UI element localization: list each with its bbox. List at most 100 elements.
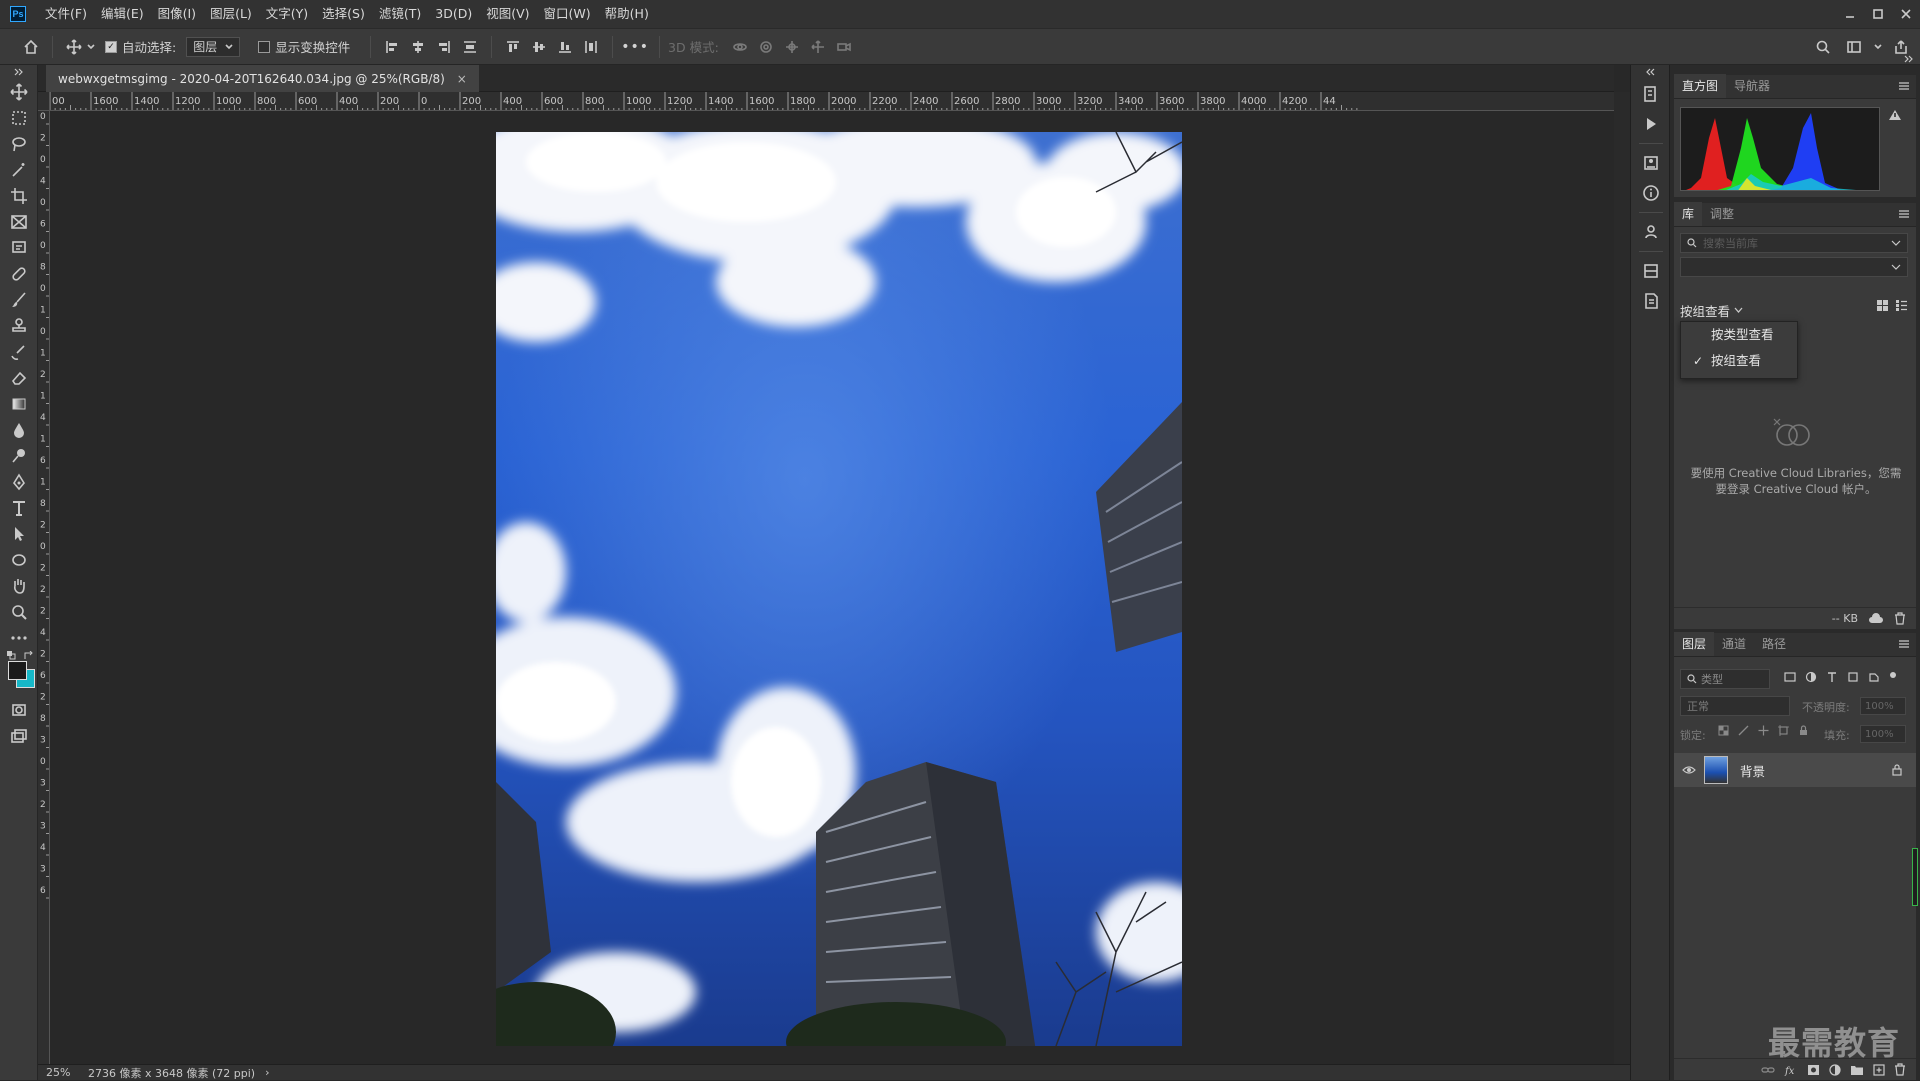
panel-menu-icon[interactable]: [1898, 639, 1910, 649]
menu-window[interactable]: 窗口(W): [537, 0, 598, 28]
lock-icon[interactable]: [1892, 764, 1902, 776]
cloud-sync-icon[interactable]: [1868, 612, 1884, 625]
workspace-icon[interactable]: [1842, 34, 1868, 60]
dock-collapse-icon[interactable]: [1631, 65, 1671, 79]
tab-libraries[interactable]: 库: [1674, 202, 1703, 226]
actions-panel-icon[interactable]: [1631, 109, 1671, 139]
notes-panel-icon[interactable]: [1631, 286, 1671, 316]
3d-pan-icon[interactable]: [779, 34, 805, 60]
layer-thumbnail[interactable]: [1704, 756, 1728, 784]
maximize-icon[interactable]: [1864, 0, 1892, 28]
type-tool-icon[interactable]: [0, 495, 38, 521]
document-tab[interactable]: webwxgetmsgimg - 2020-04-20T162640.034.j…: [46, 65, 479, 92]
layer-row[interactable]: 背景: [1674, 753, 1916, 787]
tool-presets-panel-icon[interactable]: [1631, 217, 1671, 247]
3d-camera-icon[interactable]: [831, 34, 857, 60]
view-by-dropdown[interactable]: 按组查看: [1680, 301, 1743, 320]
fill-input[interactable]: 100%: [1860, 725, 1906, 743]
lock-position-icon[interactable]: [1758, 725, 1769, 736]
ruler-origin[interactable]: [38, 92, 50, 111]
distribute-v-icon[interactable]: [578, 34, 604, 60]
status-expand-arrow[interactable]: ›: [265, 1066, 269, 1079]
panels-collapse-icon[interactable]: [1904, 55, 1914, 63]
blur-tool-icon[interactable]: [0, 417, 38, 443]
properties-panel-icon[interactable]: [1631, 148, 1671, 178]
menu-item-view-by-group[interactable]: ✓ 按组查看: [1681, 348, 1797, 374]
clone-stamp-tool-icon[interactable]: [0, 313, 38, 339]
trash-icon[interactable]: [1894, 612, 1906, 625]
panel-menu-icon[interactable]: [1898, 209, 1910, 219]
edit-toolbar-icon[interactable]: [0, 625, 38, 651]
chevron-down-icon[interactable]: [1874, 43, 1882, 60]
layer-style-icon[interactable]: fx: [1784, 1064, 1798, 1076]
library-search-input[interactable]: 搜索当前库: [1680, 233, 1908, 253]
lasso-tool-icon[interactable]: [0, 131, 38, 157]
lock-pixels-icon[interactable]: [1738, 725, 1749, 736]
path-selection-tool-icon[interactable]: [0, 521, 38, 547]
grid-view-icon[interactable]: [1876, 299, 1889, 312]
menu-image[interactable]: 图像(I): [151, 0, 203, 28]
3d-roll-icon[interactable]: [753, 34, 779, 60]
vertical-scrollbar[interactable]: [1614, 92, 1630, 1064]
histogram-warning-icon[interactable]: [1888, 109, 1902, 121]
filter-shape-icon[interactable]: [1847, 671, 1859, 683]
info-panel-icon[interactable]: [1631, 178, 1671, 208]
lock-transparency-icon[interactable]: [1718, 725, 1729, 736]
gradient-tool-icon[interactable]: [0, 391, 38, 417]
show-transform-checkbox[interactable]: [258, 40, 271, 53]
list-view-icon[interactable]: [1895, 299, 1908, 312]
minimize-icon[interactable]: [1836, 0, 1864, 28]
filter-smart-object-icon[interactable]: [1868, 671, 1880, 683]
auto-select-target-select[interactable]: 图层: [186, 36, 241, 57]
vertical-ruler[interactable]: 0 2 0 4 0 6 0 8 0 1 0 1 2 1 4 1 6 1 8 2 0 2 2 2 4 2 6 2 8 3 0 3 2 3 4 3 6: [38, 111, 50, 1064]
menu-filter[interactable]: 滤镜(T): [372, 0, 428, 28]
auto-select-checkbox[interactable]: ✓: [105, 40, 117, 53]
blend-mode-select[interactable]: 正常: [1680, 696, 1790, 716]
panel-menu-icon[interactable]: [1898, 81, 1910, 91]
frame-tool-icon[interactable]: [0, 209, 38, 235]
tab-layers[interactable]: 图层: [1674, 632, 1715, 656]
eyedropper-tool-icon[interactable]: [0, 235, 38, 261]
align-middle-v-icon[interactable]: [526, 34, 552, 60]
move-tool-icon[interactable]: [0, 79, 38, 105]
move-tool-icon[interactable]: [61, 34, 87, 60]
align-center-h-icon[interactable]: [405, 34, 431, 60]
add-mask-icon[interactable]: [1807, 1064, 1820, 1076]
lock-all-icon[interactable]: [1798, 725, 1809, 736]
magic-wand-tool-icon[interactable]: [0, 157, 38, 183]
hand-tool-icon[interactable]: [0, 573, 38, 599]
tab-paths[interactable]: 路径: [1754, 632, 1794, 656]
chevron-down-icon[interactable]: [87, 43, 95, 51]
menu-help[interactable]: 帮助(H): [598, 0, 656, 28]
canvas-area[interactable]: [50, 111, 1614, 1064]
align-left-icon[interactable]: [379, 34, 405, 60]
menu-type[interactable]: 文字(Y): [259, 0, 315, 28]
tab-navigator[interactable]: 导航器: [1726, 74, 1778, 98]
eye-icon[interactable]: [1682, 765, 1696, 775]
tab-channels[interactable]: 通道: [1714, 632, 1754, 656]
link-layers-icon[interactable]: [1761, 1065, 1775, 1075]
tab-histogram[interactable]: 直方图: [1674, 74, 1727, 98]
menu-view[interactable]: 视图(V): [479, 0, 536, 28]
dodge-tool-icon[interactable]: [0, 443, 38, 469]
eraser-tool-icon[interactable]: [0, 365, 38, 391]
close-window-icon[interactable]: [1892, 0, 1920, 28]
screen-mode-icon[interactable]: [0, 723, 38, 749]
menu-item-view-by-type[interactable]: 按类型查看: [1681, 322, 1797, 348]
pen-tool-icon[interactable]: [0, 469, 38, 495]
opacity-input[interactable]: 100%: [1860, 697, 1906, 715]
default-colors-icon[interactable]: [7, 651, 17, 660]
new-group-icon[interactable]: [1850, 1064, 1864, 1076]
filter-pixel-icon[interactable]: [1784, 671, 1796, 683]
3d-slide-icon[interactable]: [805, 34, 831, 60]
brush-tool-icon[interactable]: [0, 287, 38, 313]
zoom-tool-icon[interactable]: [0, 599, 38, 625]
menu-3d[interactable]: 3D(D): [428, 0, 479, 28]
3d-orbit-icon[interactable]: [727, 34, 753, 60]
menu-layer[interactable]: 图层(L): [203, 0, 259, 28]
crop-tool-icon[interactable]: [0, 183, 38, 209]
delete-layer-icon[interactable]: [1894, 1063, 1906, 1076]
zoom-level[interactable]: 25%: [46, 1066, 80, 1079]
panel-scroll-indicator[interactable]: [1912, 848, 1918, 906]
history-panel-icon[interactable]: [1631, 79, 1671, 109]
